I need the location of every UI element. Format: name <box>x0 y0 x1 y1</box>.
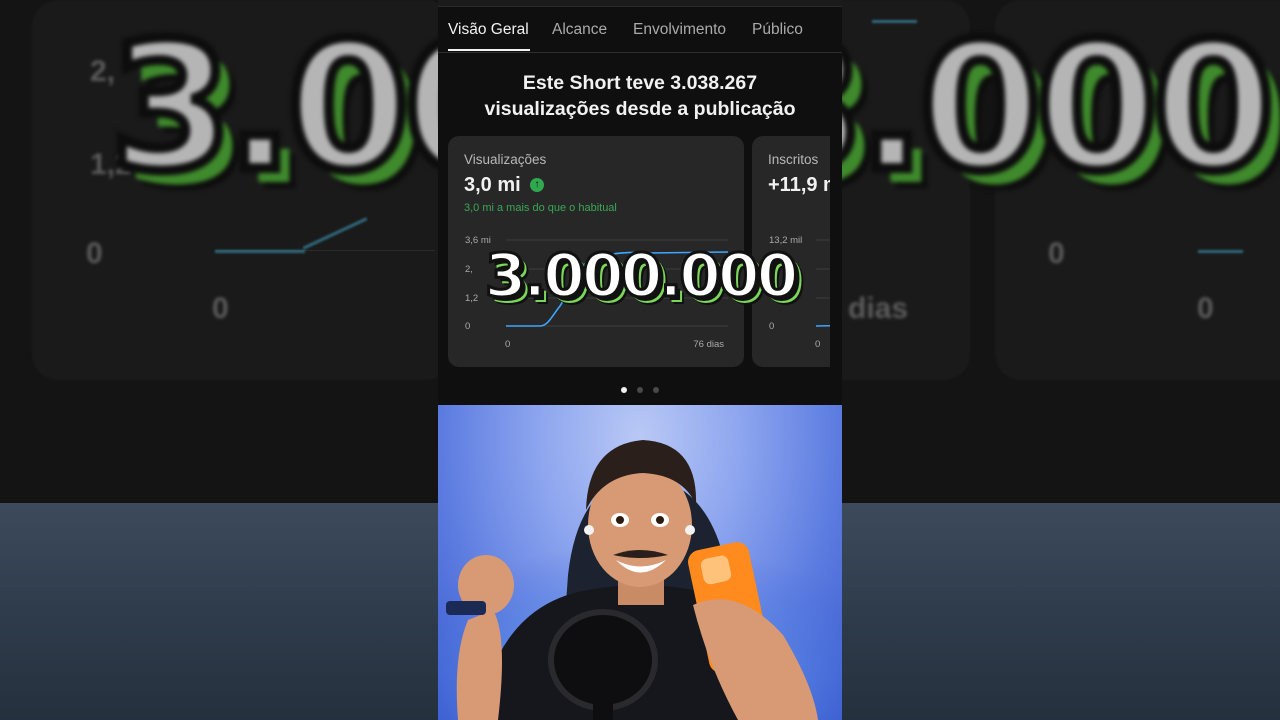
arrow-up-circle-icon: ↑ <box>530 178 544 192</box>
microphone <box>548 609 658 711</box>
subscribers-card-value: +11,9 mil <box>768 174 830 196</box>
views-card-comparison: 3,0 mi a mais do que o habitual <box>464 202 617 214</box>
webcam-video <box>438 405 842 720</box>
ghost-x-label: 0 <box>1197 292 1214 325</box>
x-tick-label: 0 <box>815 339 820 350</box>
short-video-frame: Visão Geral Alcance Envolvimento Público… <box>438 0 842 720</box>
headline-line-2: visualizações desde a publicação <box>484 98 796 120</box>
headline-line-1: Este Short teve 3.038.267 <box>522 72 758 94</box>
ghost-x-label: 0 <box>212 292 229 325</box>
x-tick-label: 76 dias <box>693 339 724 350</box>
tab-publico[interactable]: Público <box>752 21 803 39</box>
ghost-tick: 0 <box>86 237 103 270</box>
ghost-big-number: 3.000.000 <box>105 5 438 210</box>
tab-alcance[interactable]: Alcance <box>552 21 607 39</box>
x-tick-label: 0 <box>505 339 510 350</box>
carousel-dot[interactable] <box>653 387 660 393</box>
left-blurred-background: 2, 1,2 0 0 3.000.000 <box>0 0 438 720</box>
ghost-x-label: dias <box>848 292 909 325</box>
ghost-big-number: 3.000.000 <box>842 5 1280 210</box>
tab-visao-geral[interactable]: Visão Geral <box>448 21 529 39</box>
right-blurred-background: dias 0 0 3.000.000 <box>842 0 1280 720</box>
subscribers-card-label: Inscritos <box>768 152 819 167</box>
carousel-dot[interactable] <box>620 387 627 393</box>
carousel-dot[interactable] <box>637 387 643 393</box>
overlay-milestone-text: 3.000.000 <box>483 241 800 311</box>
wristwatch <box>446 601 486 615</box>
ghost-tick: 0 <box>1048 237 1065 270</box>
tab-envolvimento[interactable]: Envolvimento <box>633 21 726 39</box>
views-card-value: 3,0 mi <box>464 174 521 196</box>
y-tick-label: 0 <box>465 321 470 332</box>
y-tick-label: 0 <box>769 321 774 332</box>
creator-illustration <box>438 440 842 720</box>
active-tab-indicator <box>448 49 530 51</box>
page-headline: Este Short teve 3.038.267 visualizações … <box>438 70 842 122</box>
carousel-page-indicator <box>438 380 842 398</box>
analytics-tabs: Visão Geral Alcance Envolvimento Público <box>438 8 842 53</box>
views-card-label: Visualizações <box>464 152 547 167</box>
